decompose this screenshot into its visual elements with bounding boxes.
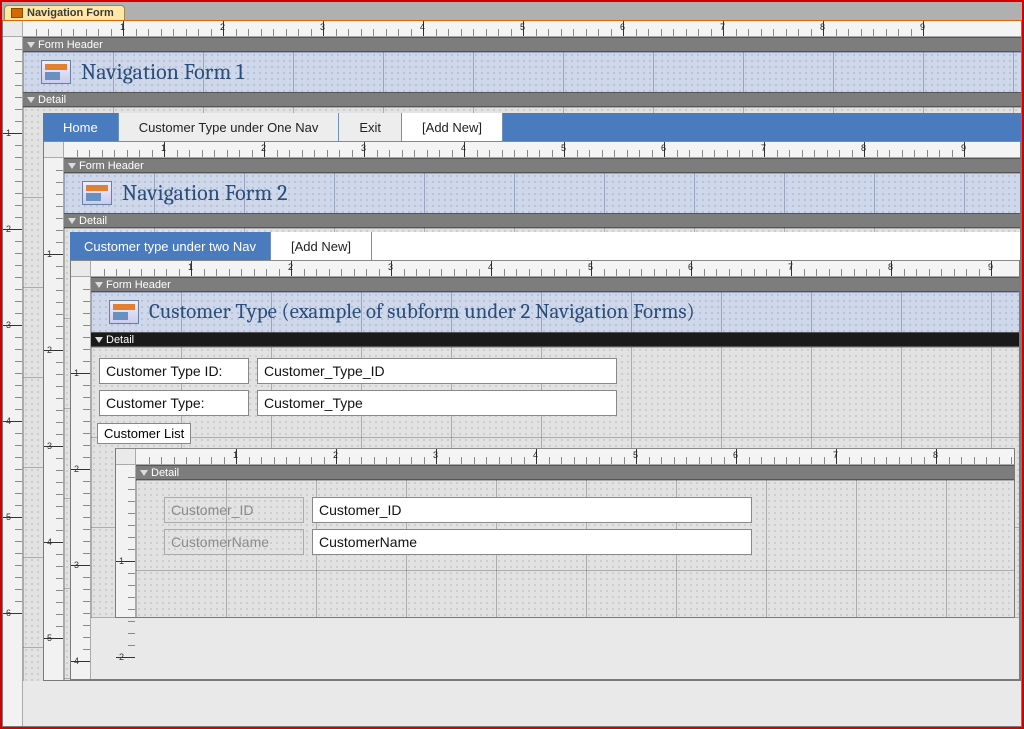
section-bar-detail-inner[interactable]: Detail [91,332,1019,347]
vertical-ruler-mid[interactable]: 12345 [44,158,64,680]
vertical-ruler-outer[interactable]: 123456 [3,37,23,726]
horizontal-ruler-deep: 123456789 [116,449,1014,465]
form-header-area-outer[interactable]: Navigation Form 1 [23,52,1021,92]
field-row-customer-type: Customer Type: Customer_Type [91,387,1019,419]
section-bar-detail-outer[interactable]: Detail [23,92,1021,107]
ruler-corner [3,21,23,36]
section-label: Form Header [38,39,103,51]
section-marker-icon [27,42,35,48]
form-logo-icon [109,300,139,324]
document-tab-label: Navigation Form [27,7,114,19]
form-logo-icon [82,181,112,205]
section-bar-detail-deep[interactable]: Detail [136,465,1014,480]
section-bar-form-header-inner[interactable]: Form Header [91,277,1019,292]
form-title-outer[interactable]: Navigation Form 1 [81,59,244,85]
vertical-ruler-inner[interactable]: 1234 [71,277,91,679]
textbox-customer-id[interactable]: Customer_ID [312,497,752,523]
section-bar-form-header-mid[interactable]: Form Header [64,158,1020,173]
horizontal-ruler-outer: 123456789 [3,21,1021,37]
nav-strip-level2: Customer type under two Nav [Add New] [70,232,1020,260]
nav-tab-home[interactable]: Home [43,113,119,141]
detail-area-deep[interactable]: Customer_ID Customer_ID CustomerName [136,480,1014,617]
horizontal-ruler-inner: 123456789 [71,261,1019,277]
hruler[interactable]: 123456789 [64,142,1020,157]
label-customer-type-id[interactable]: Customer Type ID: [99,358,249,384]
app-frame: Navigation Form 123456789 123456 Form He… [0,0,1024,729]
form-header-area-inner[interactable]: Customer Type (example of subform under … [91,292,1019,332]
design-surface-inner: 123456789 1234 Form Header [70,260,1020,680]
textbox-customer-type[interactable]: Customer_Type [257,390,617,416]
hruler[interactable]: 123456789 [23,21,1021,36]
detail-area-mid[interactable]: Customer type under two Nav [Add New] [64,228,1020,680]
section-marker-icon [68,163,76,169]
form-icon [11,8,23,18]
nav-tab-add-new-2[interactable]: [Add New] [271,232,372,260]
nav-tab-exit[interactable]: Exit [339,113,402,141]
design-surface-deep: 123456789 12 [115,448,1015,618]
document-tab-strip: Navigation Form [2,2,1022,20]
textbox-customer-name[interactable]: CustomerName [312,529,752,555]
design-surface-mid: 123456789 12345 Form Header [43,141,1021,681]
nav-strip-level1: Home Customer Type under One Nav Exit [A… [43,113,1021,141]
textbox-customer-type-id[interactable]: Customer_Type_ID [257,358,617,384]
label-customer-list[interactable]: Customer List [97,423,191,444]
field-row-customer-type-id: Customer Type ID: Customer_Type_ID [91,355,1019,387]
section-bar-form-header[interactable]: Form Header [23,37,1021,52]
canvas-outer: Form Header Navigation Form 1 Detail Hom… [23,37,1021,726]
nav-tab-customer-type-one[interactable]: Customer Type under One Nav [119,113,340,141]
form-title-inner[interactable]: Customer Type (example of subform under … [149,300,695,324]
horizontal-ruler-mid: 123456789 [44,142,1020,158]
form-header-area-mid[interactable]: Navigation Form 2 [64,173,1020,213]
vertical-ruler-deep[interactable]: 12 [116,465,136,617]
hruler[interactable]: 123456789 [91,261,1019,276]
nav-tab-add-new[interactable]: [Add New] [402,113,503,141]
label-customer-type[interactable]: Customer Type: [99,390,249,416]
document-tab-navigation-form[interactable]: Navigation Form [4,5,125,20]
section-marker-icon [68,218,76,224]
detail-area-outer[interactable]: Home Customer Type under One Nav Exit [A… [23,107,1021,681]
detail-area-inner[interactable]: Customer Type ID: Customer_Type_ID Custo… [91,347,1019,618]
section-marker-icon [140,470,148,476]
section-label: Detail [38,94,66,106]
section-bar-detail-mid[interactable]: Detail [64,213,1020,228]
field-row-customer-name: CustomerName CustomerName [156,526,1010,558]
section-marker-icon [95,337,103,343]
label-customer-name[interactable]: CustomerName [164,529,304,555]
label-customer-id[interactable]: Customer_ID [164,497,304,523]
hruler[interactable]: 123456789 [136,449,1014,464]
form-logo-icon [41,60,71,84]
design-surface-outer: 123456789 123456 Form Header Navigation … [2,20,1022,727]
nav-strip-remainder [503,113,1021,141]
nav-tab-customer-type-two[interactable]: Customer type under two Nav [70,232,271,260]
form-title-mid[interactable]: Navigation Form 2 [122,180,288,206]
field-row-customer-id: Customer_ID Customer_ID [156,494,1010,526]
section-marker-icon [95,282,103,288]
section-marker-icon [27,97,35,103]
